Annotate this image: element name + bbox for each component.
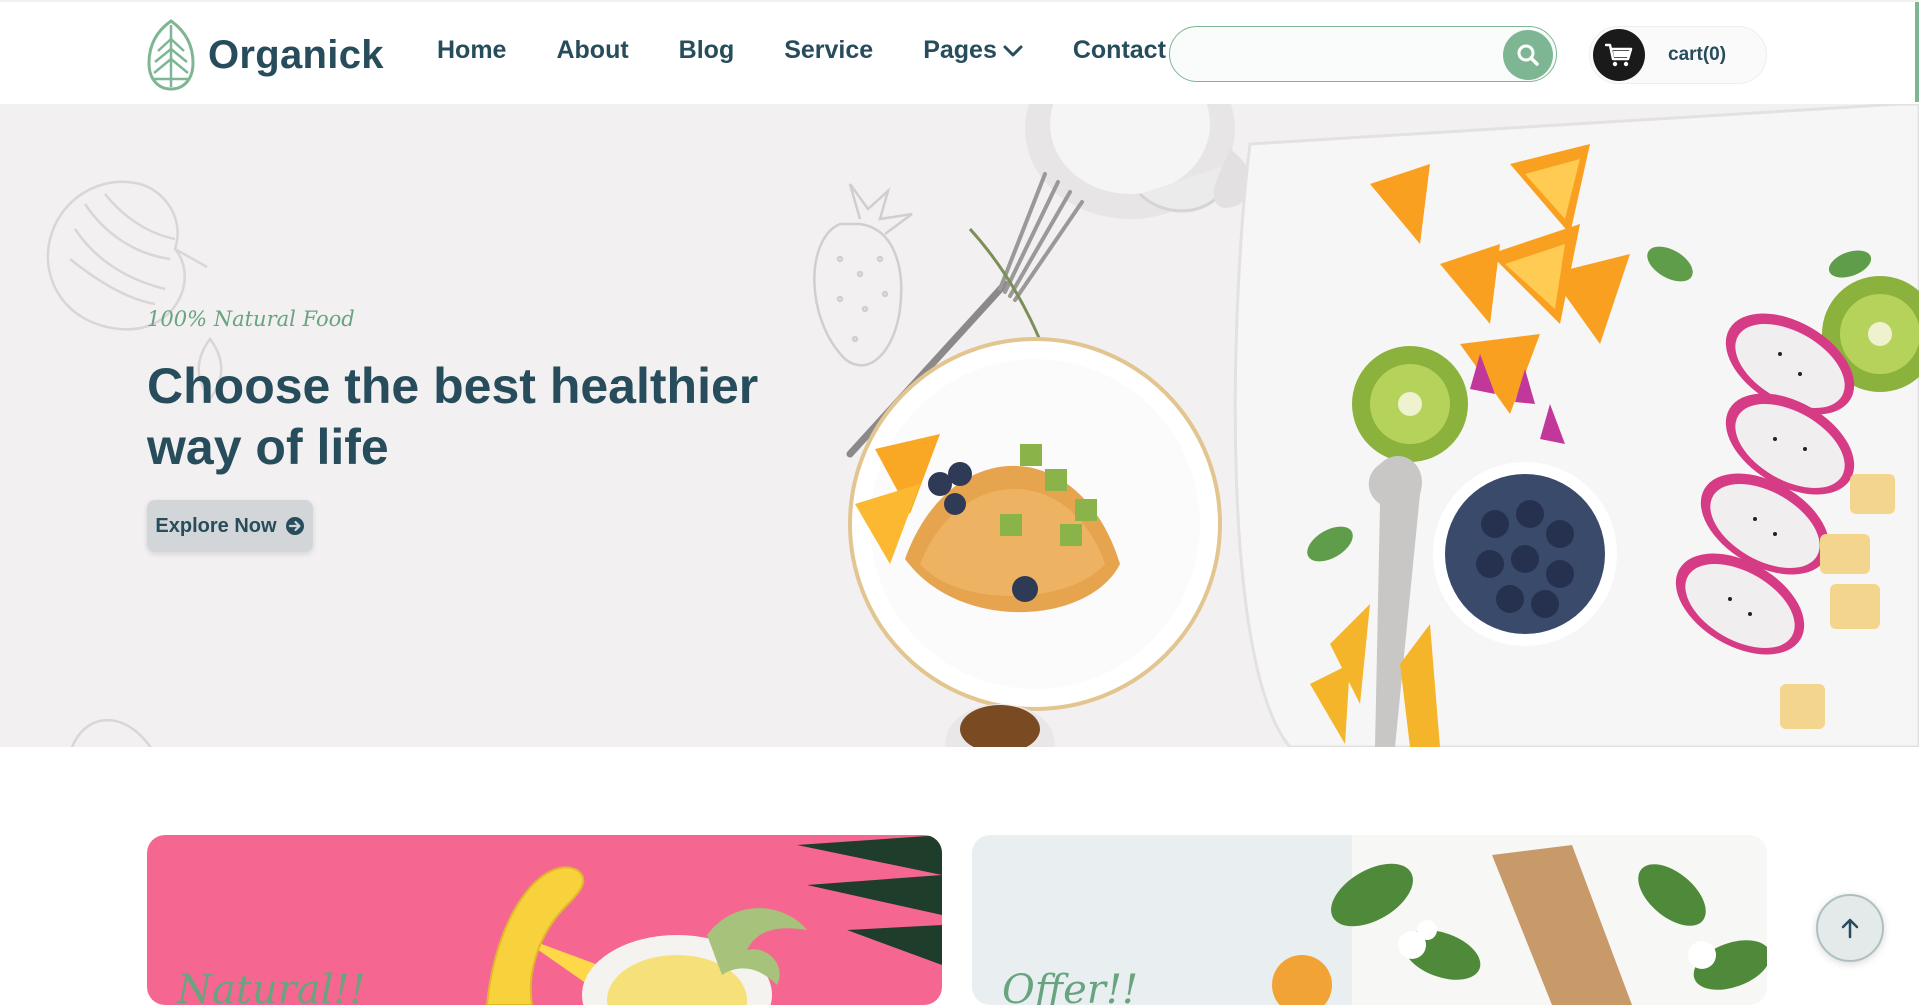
explore-now-button[interactable]: Explore Now [147, 500, 313, 552]
search-button[interactable] [1503, 30, 1553, 80]
arrow-up-icon [1841, 918, 1859, 939]
nav-home-label: Home [437, 36, 507, 64]
search-input[interactable] [1190, 37, 1474, 73]
nav-blog[interactable]: Blog [679, 36, 735, 65]
cart-icon [1605, 43, 1633, 67]
site-header: Organick Home About Blog Service Pages C… [0, 0, 1919, 106]
explore-now-label: Explore Now [155, 514, 277, 537]
offer-card-natural[interactable]: Natural!! [147, 835, 942, 1005]
hero-food-image [846, 104, 1919, 747]
hero-section: 100% Natural Food Choose the best health… [0, 104, 1919, 747]
cart-label: cart(0) [1668, 44, 1727, 65]
nav-pages-label: Pages [923, 36, 997, 64]
nav-contact[interactable]: Contact [1073, 36, 1166, 65]
chevron-down-icon [1003, 45, 1023, 56]
offer-card-natural-kicker: Natural!! [177, 967, 366, 1005]
main-nav: Home About Blog Service Pages Contact [437, 36, 1166, 65]
hero-title: Choose the best healthier way of life [147, 358, 759, 475]
nav-pages-dropdown[interactable]: Pages [923, 36, 1023, 65]
arrow-circle-right-icon [285, 517, 304, 535]
search-icon [1517, 44, 1539, 66]
nav-service[interactable]: Service [784, 36, 873, 65]
nav-contact-label: Contact [1072, 36, 1166, 64]
hero-kicker: 100% Natural Food [147, 307, 355, 331]
nav-home[interactable]: Home [437, 36, 506, 65]
brand-name: Organick [208, 32, 384, 77]
leaf-logo-icon [147, 19, 195, 91]
nav-service-label: Service [784, 36, 874, 64]
scrollbar-thumb[interactable] [1915, 2, 1919, 102]
offer-card-offer[interactable]: Offer!! [972, 835, 1767, 1005]
search-bar [1169, 26, 1557, 82]
nav-about[interactable]: About [556, 36, 628, 65]
cart-button[interactable]: cart(0) [1589, 26, 1767, 84]
offer-card-offer-kicker: Offer!! [1002, 967, 1139, 1005]
leaf-outline-doodle [71, 718, 152, 747]
brand-logo[interactable]: Organick [146, 18, 384, 92]
cart-icon-wrap [1593, 29, 1645, 81]
back-to-top-button[interactable] [1816, 894, 1884, 962]
nav-blog-label: Blog [678, 36, 735, 64]
nav-about-label: About [556, 36, 629, 64]
